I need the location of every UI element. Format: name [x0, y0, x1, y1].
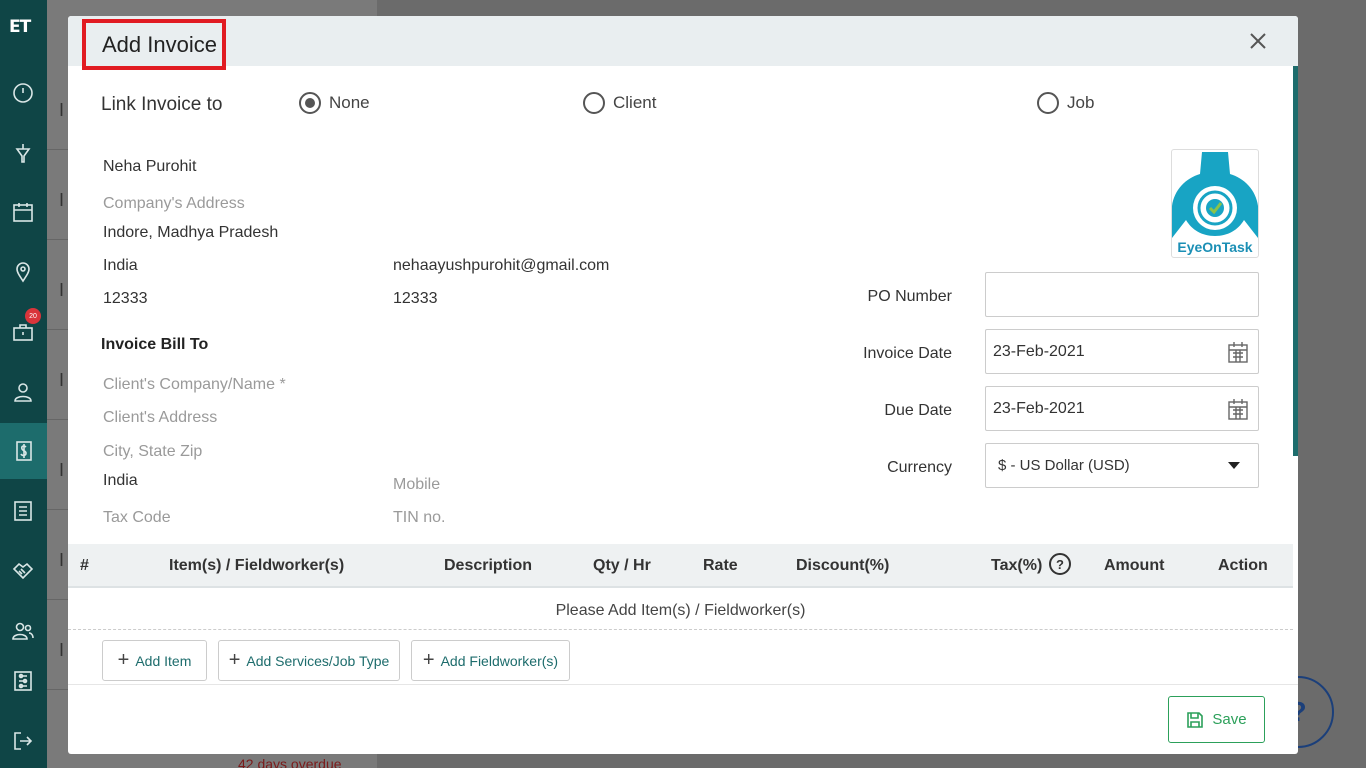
due-date-value: 23-Feb-2021: [993, 399, 1085, 417]
plus-icon: +: [117, 649, 130, 671]
user-icon[interactable]: [10, 379, 36, 405]
currency-select[interactable]: $ - US Dollar (USD): [985, 443, 1259, 488]
bill-to-heading: Invoice Bill To: [101, 336, 209, 353]
po-number-label: PO Number: [867, 288, 952, 305]
plus-icon: +: [422, 649, 435, 671]
company-name: Neha Purohit: [103, 158, 197, 175]
po-number-input[interactable]: [985, 272, 1259, 317]
company-city-state: Indore, Madhya Pradesh: [103, 224, 279, 241]
notification-badge: 20: [25, 308, 41, 324]
invoice-date-input[interactable]: 23-Feb-2021: [985, 329, 1259, 374]
tax-help-icon[interactable]: ?: [1049, 553, 1071, 575]
due-date-input[interactable]: 23-Feb-2021: [985, 386, 1259, 431]
funnel-icon[interactable]: [10, 140, 36, 166]
col-qty: Qty / Hr: [593, 557, 651, 574]
calendar-icon[interactable]: [10, 199, 36, 225]
tax-code-field[interactable]: Tax Code: [103, 509, 171, 527]
modal-title: Add Invoice: [82, 19, 226, 70]
company-address-placeholder[interactable]: Company's Address: [103, 195, 245, 213]
empty-table-message: Please Add Item(s) / Fieldworker(s): [68, 590, 1293, 630]
company-logo[interactable]: EyeOnTask: [1171, 149, 1259, 258]
due-date-label: Due Date: [884, 402, 952, 419]
radio-client[interactable]: Client: [583, 92, 656, 114]
tin-field[interactable]: TIN no.: [393, 509, 445, 527]
eye-logo-icon: [1172, 152, 1258, 238]
client-name-field[interactable]: Client's Company/Name *: [103, 376, 286, 394]
company-country: India: [103, 257, 138, 274]
app-sidebar: ET 20: [0, 0, 47, 768]
map-pin-icon[interactable]: [10, 259, 36, 285]
client-address-field[interactable]: Client's Address: [103, 409, 217, 427]
mobile-field[interactable]: Mobile: [393, 476, 440, 494]
list-icon[interactable]: [10, 498, 36, 524]
add-services-button[interactable]: + Add Services/Job Type: [218, 640, 400, 681]
client-country-field[interactable]: India: [103, 472, 138, 490]
col-rate: Rate: [703, 557, 738, 574]
add-item-button[interactable]: + Add Item: [102, 640, 207, 681]
add-fieldworker-button[interactable]: + Add Fieldworker(s): [411, 640, 570, 681]
calendar-icon[interactable]: [1228, 398, 1248, 420]
handshake-icon[interactable]: [10, 558, 36, 584]
invoice-date-label: Invoice Date: [863, 345, 952, 362]
company-zip: 12333: [103, 290, 148, 307]
col-amount: Amount: [1104, 557, 1165, 574]
footer-divider: [68, 684, 1298, 685]
col-discount: Discount(%): [796, 557, 890, 574]
logo-text: EyeOnTask: [1177, 239, 1253, 255]
col-items: Item(s) / Fieldworker(s): [169, 557, 345, 574]
company-email: nehaayushpurohit@gmail.com: [393, 257, 610, 274]
radio-none[interactable]: None: [299, 92, 370, 114]
add-invoice-modal: Add Invoice Link Invoice to None Client …: [68, 16, 1298, 754]
logout-icon[interactable]: [10, 728, 36, 754]
col-number: #: [80, 557, 89, 574]
invoice-date-value: 23-Feb-2021: [993, 342, 1085, 360]
modal-header: [68, 16, 1298, 66]
items-table-header: # Item(s) / Fieldworker(s) Description Q…: [68, 544, 1293, 588]
city-state-zip-field[interactable]: City, State Zip: [103, 443, 202, 461]
settings-sliders-icon[interactable]: [10, 668, 36, 694]
dashboard-icon[interactable]: [10, 80, 36, 106]
plus-icon: +: [228, 649, 241, 671]
app-logo[interactable]: ET: [9, 17, 37, 43]
invoice-dollar-icon[interactable]: [0, 423, 47, 479]
link-invoice-label: Link Invoice to: [101, 94, 223, 115]
save-button[interactable]: Save: [1168, 696, 1265, 743]
scrollbar[interactable]: [1293, 66, 1298, 456]
overdue-label: 42 days overdue: [238, 756, 342, 768]
col-description: Description: [444, 557, 533, 574]
currency-label: Currency: [887, 459, 952, 476]
col-tax: Tax(%): [991, 557, 1043, 574]
close-button[interactable]: [1246, 28, 1270, 54]
chevron-down-icon: [1228, 462, 1240, 469]
radio-job[interactable]: Job: [1037, 92, 1094, 114]
calendar-icon[interactable]: [1228, 341, 1248, 363]
currency-value: $ - US Dollar (USD): [998, 457, 1130, 474]
close-icon: [1250, 33, 1266, 49]
save-icon: [1187, 711, 1204, 728]
company-phone: 12333: [393, 290, 438, 307]
col-action: Action: [1218, 557, 1268, 574]
users-icon[interactable]: [10, 618, 36, 644]
